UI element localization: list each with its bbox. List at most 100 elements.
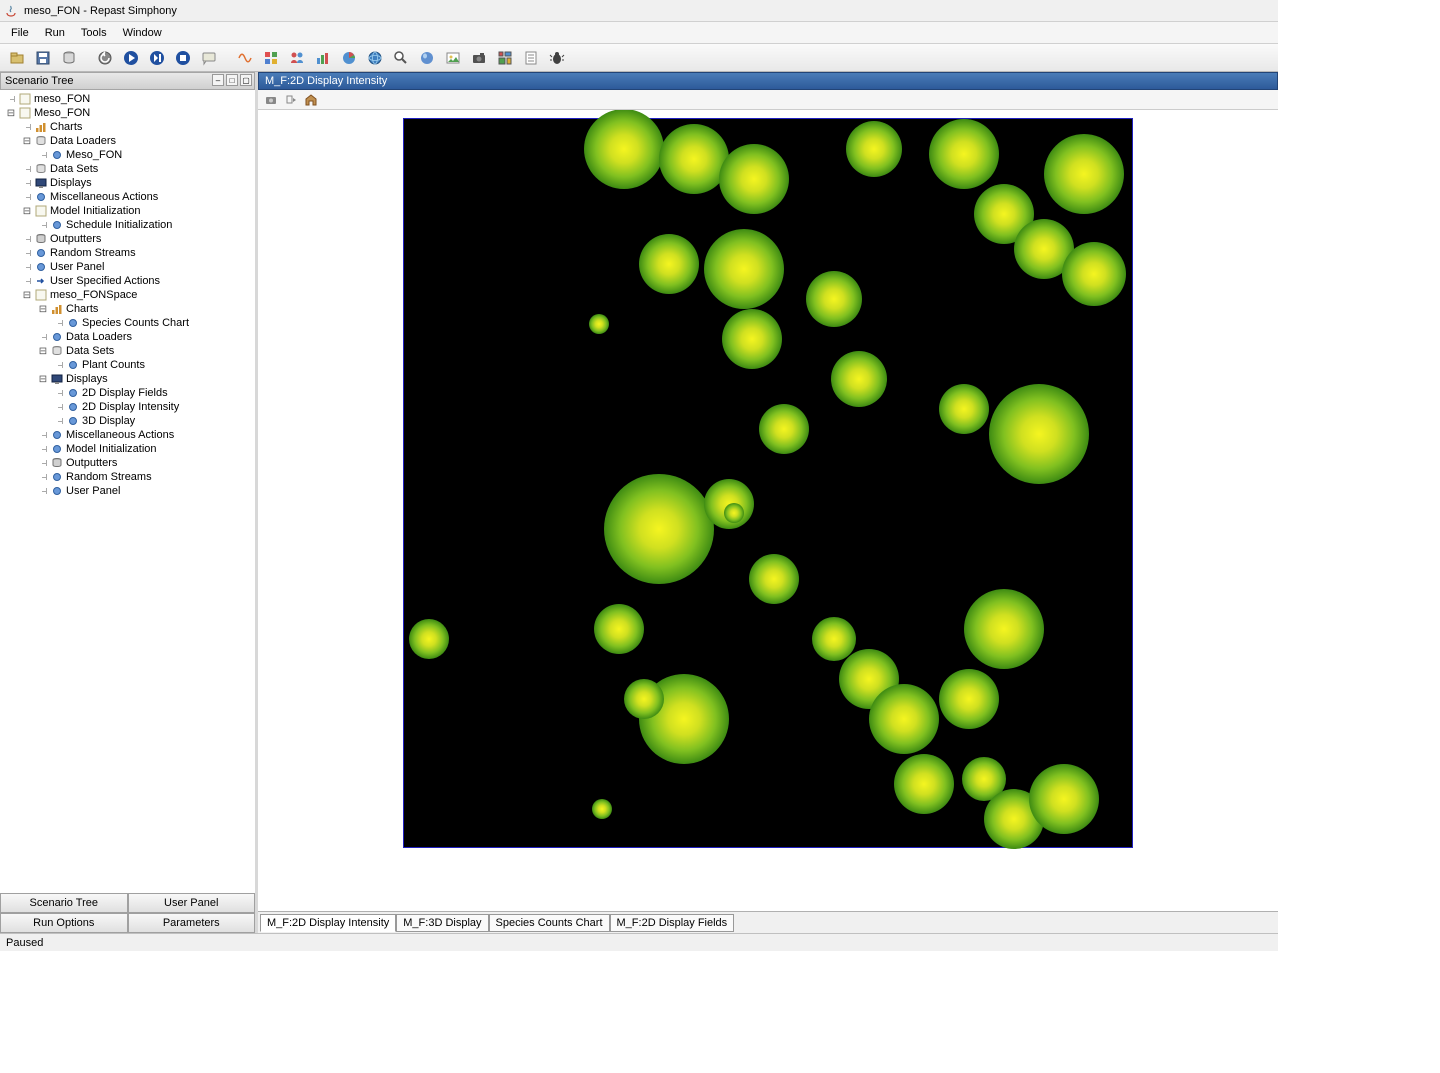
menu-run[interactable]: Run (38, 25, 72, 41)
tree-node[interactable]: ⊟ Data Sets (2, 344, 253, 358)
tree-label: Data Loaders (66, 331, 132, 343)
play-button[interactable] (120, 47, 142, 69)
tree-node[interactable]: Species Counts Chart (2, 316, 253, 330)
dot-icon (50, 148, 64, 162)
display-tab[interactable]: Species Counts Chart (489, 914, 610, 932)
tree-node[interactable]: Data Loaders (2, 330, 253, 344)
open-button[interactable] (6, 47, 28, 69)
leaf-icon (38, 486, 48, 496)
collapse-icon[interactable]: ⊟ (22, 136, 32, 146)
tree-node[interactable]: Model Initialization (2, 442, 253, 456)
dot-icon (66, 358, 80, 372)
tree-node[interactable]: Outputters (2, 232, 253, 246)
left-tab-parameters[interactable]: Parameters (128, 913, 256, 933)
chart-button[interactable] (312, 47, 334, 69)
tree-node[interactable]: User Specified Actions (2, 274, 253, 288)
tree-node[interactable]: Miscellaneous Actions (2, 190, 253, 204)
users-button[interactable] (286, 47, 308, 69)
leaf-icon (38, 332, 48, 342)
tree-node[interactable]: 2D Display Intensity (2, 400, 253, 414)
tree-node[interactable]: 2D Display Fields (2, 386, 253, 400)
zoom-button[interactable] (390, 47, 412, 69)
tree-node[interactable]: Plant Counts (2, 358, 253, 372)
tree-node[interactable]: Charts (2, 120, 253, 134)
tree-label: Model Initialization (66, 443, 157, 455)
home-icon[interactable] (304, 93, 318, 107)
camera-icon[interactable] (264, 93, 278, 107)
collapse-icon[interactable]: ⊟ (38, 374, 48, 384)
tree-label: Model Initialization (50, 205, 141, 217)
pie-button[interactable] (338, 47, 360, 69)
simulation-canvas[interactable] (403, 118, 1133, 848)
tiles-button[interactable] (494, 47, 516, 69)
intensity-blob (624, 679, 664, 719)
left-tab-scenario-tree[interactable]: Scenario Tree (0, 893, 128, 913)
leaf-icon (54, 360, 64, 370)
menu-window[interactable]: Window (116, 25, 169, 41)
tree-node[interactable]: ⊟meso_FONSpace (2, 288, 253, 302)
collapse-icon[interactable]: ⊟ (22, 290, 32, 300)
menu-file[interactable]: File (4, 25, 36, 41)
scenario-tree[interactable]: meso_FON⊟Meso_FONCharts⊟Data LoadersMeso… (0, 90, 255, 893)
tree-label: Data Sets (50, 163, 98, 175)
maximize-icon[interactable]: ▢ (240, 74, 252, 86)
tree-label: Outputters (66, 457, 117, 469)
leaf-icon (38, 472, 48, 482)
leaf-icon (54, 416, 64, 426)
out-icon (50, 456, 64, 470)
tree-node[interactable]: ⊟ Model Initialization (2, 204, 253, 218)
dot-icon (66, 400, 80, 414)
display-title: M_F:2D Display Intensity (265, 75, 387, 87)
tree-node[interactable]: meso_FON (2, 92, 253, 106)
step-button[interactable] (146, 47, 168, 69)
db-button[interactable] (58, 47, 80, 69)
tree-label: Data Sets (66, 345, 114, 357)
tree-node[interactable]: Meso_FON (2, 148, 253, 162)
tree-node[interactable]: Random Streams (2, 246, 253, 260)
display-tab[interactable]: M_F:2D Display Intensity (260, 914, 396, 932)
tree-node[interactable]: Outputters (2, 456, 253, 470)
cam-button[interactable] (468, 47, 490, 69)
tree-node[interactable]: User Panel (2, 484, 253, 498)
tree-node[interactable]: Displays (2, 176, 253, 190)
left-tab-user-panel[interactable]: User Panel (128, 893, 256, 913)
msg-button[interactable] (198, 47, 220, 69)
save-button[interactable] (32, 47, 54, 69)
tree-node[interactable]: Data Sets (2, 162, 253, 176)
display-toolbar (258, 90, 1278, 110)
grid-button[interactable] (260, 47, 282, 69)
display-tab[interactable]: M_F:2D Display Fields (610, 914, 735, 932)
tree-node[interactable]: ⊟Meso_FON (2, 106, 253, 120)
statusbar: Paused (0, 933, 1278, 951)
pic-button[interactable] (442, 47, 464, 69)
left-tab-run-options[interactable]: Run Options (0, 913, 128, 933)
intensity-blob (846, 121, 902, 177)
sheet-button[interactable] (520, 47, 542, 69)
tree-node[interactable]: Schedule Initialization (2, 218, 253, 232)
collapse-icon[interactable]: ⊟ (6, 108, 16, 118)
collapse-icon[interactable]: ⊟ (22, 206, 32, 216)
collapse-icon[interactable]: ⊟ (38, 304, 48, 314)
restore-icon[interactable]: □ (226, 74, 238, 86)
sphere-button[interactable] (416, 47, 438, 69)
left-panel-tabs: Scenario TreeUser PanelRun OptionsParame… (0, 893, 255, 933)
export-icon[interactable] (284, 93, 298, 107)
menu-tools[interactable]: Tools (74, 25, 114, 41)
globe-button[interactable] (364, 47, 386, 69)
display-tab[interactable]: M_F:3D Display (396, 914, 488, 932)
tree-node[interactable]: 3D Display (2, 414, 253, 428)
tree-node[interactable]: Miscellaneous Actions (2, 428, 253, 442)
bug-button[interactable] (546, 47, 568, 69)
tree-node[interactable]: User Panel (2, 260, 253, 274)
stop-button[interactable] (172, 47, 194, 69)
tree-node[interactable]: Random Streams (2, 470, 253, 484)
tree-label: 3D Display (82, 415, 135, 427)
collapse-icon[interactable]: ⊟ (38, 346, 48, 356)
tree-node[interactable]: ⊟Charts (2, 302, 253, 316)
tree-node[interactable]: ⊟Displays (2, 372, 253, 386)
reset-button[interactable] (94, 47, 116, 69)
tree-node[interactable]: ⊟Data Loaders (2, 134, 253, 148)
wave-button[interactable] (234, 47, 256, 69)
arr-icon (34, 274, 48, 288)
minimize-icon[interactable]: – (212, 74, 224, 86)
